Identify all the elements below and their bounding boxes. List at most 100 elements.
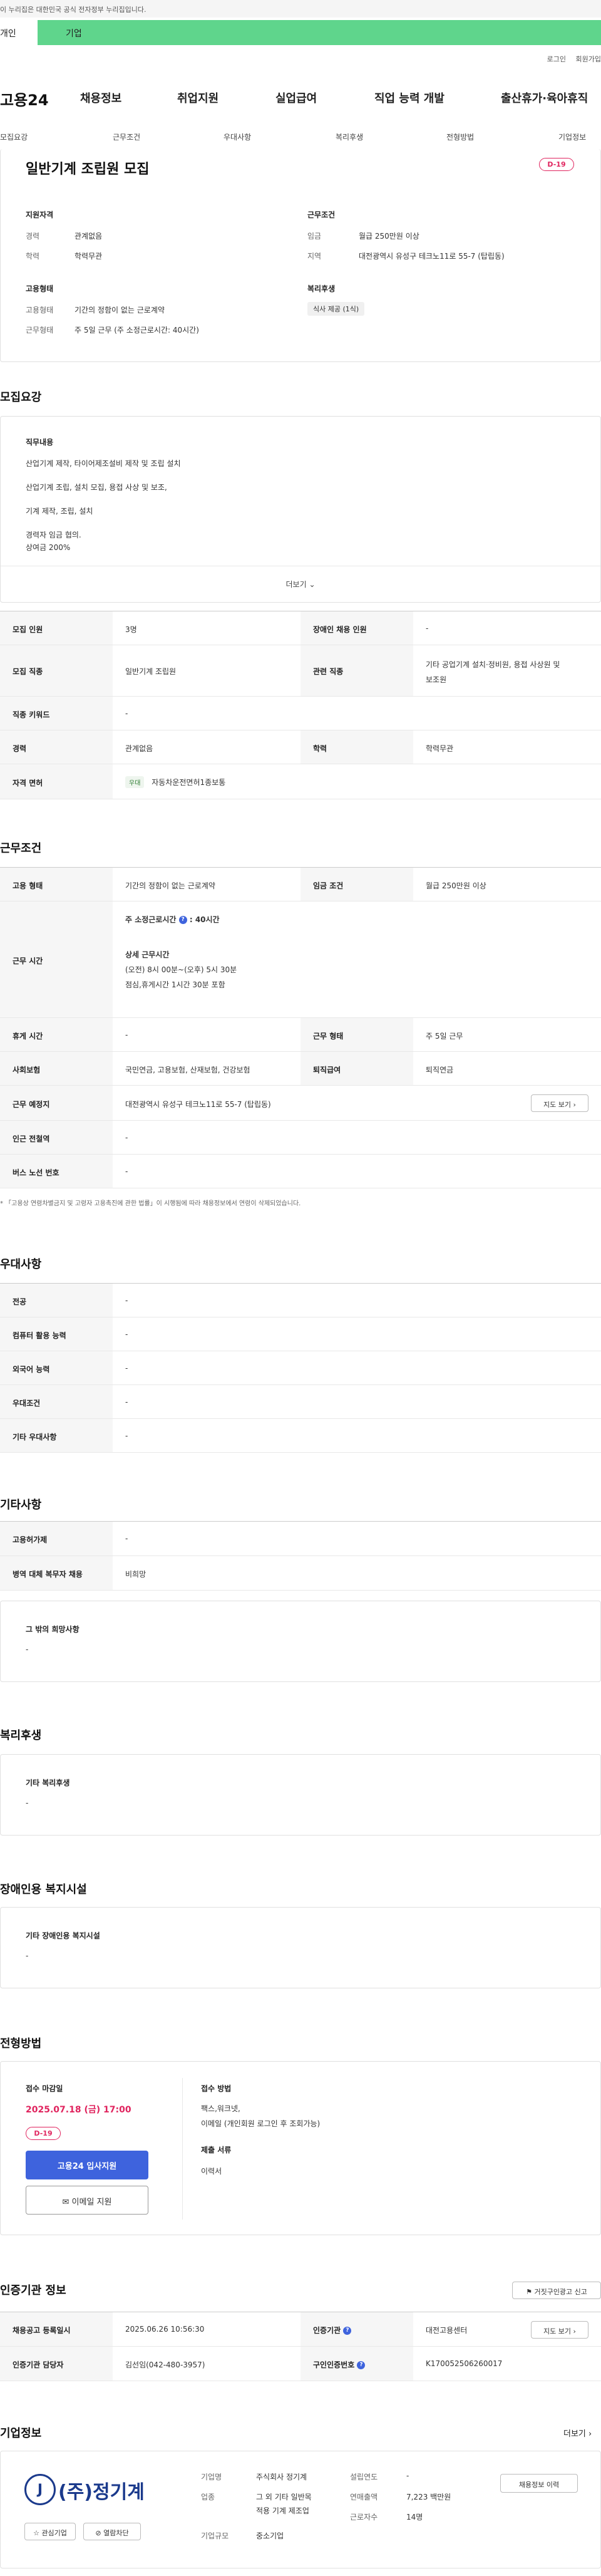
preference-heading: 우대사항 <box>0 1258 42 1271</box>
company-more-link[interactable]: 더보기 › <box>563 2427 592 2439</box>
pref-label: 전공 <box>0 1284 113 1317</box>
question-icon[interactable]: ? <box>178 916 187 924</box>
table-row: 외국어 능력 - <box>0 1351 601 1385</box>
count-value: 3명 <box>125 625 137 634</box>
wage-label: 임금 조건 <box>300 868 413 901</box>
size-value: 중소기업 <box>256 2532 284 2540</box>
deadline-value: 2025.07.18 (금) 17:00 <box>26 2105 131 2115</box>
table-row: 우대조건 - <box>0 1385 601 1419</box>
shape-label: 근무 형태 <box>300 1018 413 1051</box>
question-icon[interactable]: ? <box>357 2361 366 2369</box>
table-row: 모집 직종 일반기계 조립원 관련 직종 기타 공업기계 설치·정비원, 용접 … <box>0 645 601 697</box>
etc-box-value: - <box>26 1645 29 1654</box>
company-card: J (주)정기계 ☆ 관심기업 ⊘ 열람차단 기업명 주식회사 정기계 업종 그… <box>0 2451 601 2568</box>
history-button[interactable]: 채용정보 이력 <box>500 2474 578 2493</box>
snav-conditions[interactable]: 근무조건 <box>113 132 140 142</box>
etc-value: - <box>125 1534 128 1543</box>
table-row: 사회보험 국민연금, 고용보험, 산재보험, 건강보험 퇴직급여 퇴직연금 <box>0 1052 601 1086</box>
chevron-right-icon: › <box>588 2429 592 2439</box>
disabled-value: - <box>426 624 429 633</box>
etc-table: 고용허가제 - 병역 대체 복무자 채용 비희망 <box>0 1521 601 1591</box>
agency-table: 채용공고 등록일시 2025.06.26 10:56:30 인증기관 ? 대전고… <box>0 2312 601 2381</box>
dday-badge: D-19 <box>26 2127 61 2140</box>
welfare-box-value: - <box>26 1799 29 1807</box>
company-logo-icon: J <box>24 2474 56 2505</box>
mail-icon: ✉ <box>62 2198 69 2207</box>
report-button[interactable]: ⚑ 거짓구인광고 신고 <box>512 2282 601 2299</box>
favorite-button[interactable]: ☆ 관심기업 <box>24 2523 76 2540</box>
summary-card: 일반기계 조립원 모집 D-19 지원자격 경력 관계없음 학력 학력무관 근무… <box>0 149 601 362</box>
emptype-value: 기간의 정함이 없는 근로계약 <box>125 881 215 890</box>
related-line: 보조원 <box>426 675 447 684</box>
gnav-item-jobs[interactable]: 채용정보 <box>80 90 121 106</box>
snav-welfare[interactable]: 복리후생 <box>336 132 363 142</box>
gnav-item-training[interactable]: 직업 능력 개발 <box>374 90 444 106</box>
disabled-label: 장애인 채용 인원 <box>300 611 413 645</box>
tab-company[interactable]: 기업 <box>38 20 601 45</box>
selection-heading: 전형방법 <box>0 2037 42 2050</box>
chevron-right-icon: › <box>573 1101 576 1109</box>
manager-label: 인증기관 담당자 <box>0 2347 113 2381</box>
block-button[interactable]: ⊘ 열람차단 <box>83 2523 141 2540</box>
retire-label: 퇴직급여 <box>300 1052 413 1085</box>
count-label: 모집 인원 <box>0 611 113 645</box>
place-value: 대전광역시 유성구 테크노11로 55-7 (탑립동) <box>125 1100 271 1109</box>
conditions-table: 고용 형태 기간의 정함이 없는 근로계약 임금 조건 월급 250만원 이상 … <box>0 867 601 1193</box>
worktype-value: 주 5일 근무 (주 소정근로시간: 40시간) <box>74 326 199 335</box>
related-line: 기타 공업기계 설치·정비원, 용접 사상원 및 <box>426 660 560 669</box>
snav-preference[interactable]: 우대사항 <box>223 132 251 142</box>
dday-badge: D-19 <box>539 158 574 171</box>
table-row: 버스 노선 번호 - <box>0 1155 601 1188</box>
email-apply-button[interactable]: ✉ 이메일 지원 <box>26 2186 148 2215</box>
email-apply-label: 이메일 지원 <box>71 2198 112 2207</box>
region-value: 대전광역시 유성구 테크노11로 55-7 (탑립동) <box>359 252 505 261</box>
table-row: 인증기관 담당자 김선임(042-480-3957) 구인인증번호 ? K170… <box>0 2347 601 2381</box>
gnav-item-leave[interactable]: 출산휴가·육아휴직 <box>501 90 588 106</box>
snav-recruit[interactable]: 모집요강 <box>0 132 28 142</box>
table-row: 인근 전철역 - <box>0 1121 601 1155</box>
recruit-heading: 모집요강 <box>0 391 42 404</box>
table-row: 전공 - <box>0 1284 601 1317</box>
chevron-down-icon: ⌄ <box>309 580 316 589</box>
bus-value: - <box>125 1167 128 1176</box>
more-button[interactable]: 더보기 ⌄ <box>1 566 600 602</box>
tab-personal[interactable]: 개인 <box>0 20 38 45</box>
recruit-table: 모집 인원 3명 장애인 채용 인원 - 모집 직종 일반기계 조립원 관련 직… <box>0 611 601 799</box>
insurance-label: 사회보험 <box>0 1052 113 1085</box>
selection-card: 접수 마감일 2025.07.18 (금) 17:00 D-19 고용24 입사… <box>0 2061 601 2235</box>
job-desc-line: 산업기계 조립, 설치 모집, 용접 사상 및 보조, <box>26 483 167 492</box>
snav-company[interactable]: 기업정보 <box>558 132 586 142</box>
agency-heading: 인증기관 정보 <box>0 2284 66 2297</box>
sales-label: 연매출액 <box>350 2493 378 2501</box>
id-value: K170052506260017 <box>426 2359 503 2368</box>
bus-label: 버스 노선 번호 <box>0 1155 113 1188</box>
agency-map-button[interactable]: 지도 보기 › <box>531 2321 588 2339</box>
gnav-item-benefit[interactable]: 실업급여 <box>275 90 317 106</box>
emptype-value: 기간의 정함이 없는 근로계약 <box>74 306 165 314</box>
site-logo[interactable]: 고용24 <box>0 88 49 110</box>
table-row: 고용 형태 기간의 정함이 없는 근로계약 임금 조건 월급 250만원 이상 <box>0 868 601 901</box>
agency-map-label: 지도 보기 <box>543 2327 572 2335</box>
signup-link[interactable]: 회원가입 <box>576 55 601 63</box>
snav-selection[interactable]: 전형방법 <box>446 132 474 142</box>
question-icon[interactable]: ? <box>343 2327 352 2335</box>
map-button[interactable]: 지도 보기 › <box>531 1094 588 1112</box>
block-icon: ⊘ <box>95 2529 101 2537</box>
welfare-heading: 복리후생 <box>307 284 336 293</box>
disability-box-label: 기타 장애인용 복지시설 <box>26 1931 100 1940</box>
company-logo-text: (주)정기계 <box>58 2481 145 2503</box>
login-link[interactable]: 로그인 <box>547 55 566 63</box>
report-icon: ⚑ <box>526 2288 532 2296</box>
founded-value: - <box>406 2471 409 2480</box>
apply-button[interactable]: 고용24 입사지원 <box>26 2151 148 2179</box>
disability-heading: 장애인용 복지시설 <box>0 1883 87 1896</box>
shape-value: 주 5일 근무 <box>426 1032 463 1041</box>
reg-value: 2025.06.26 10:56:30 <box>125 2325 205 2334</box>
age-notice: * 「고용상 연령차별금지 및 고령자 고용촉진에 관한 법률」이 시행됨에 따… <box>0 1200 301 1207</box>
wage-label: 임금 <box>307 232 322 241</box>
license-label: 자격 면허 <box>0 764 113 799</box>
method-line: 팩스,워크넷, <box>201 2104 240 2113</box>
map-button-label: 지도 보기 <box>543 1101 572 1109</box>
gnav-item-support[interactable]: 취업지원 <box>177 90 218 106</box>
detail-hours-line: 점심,휴게시간 1시간 30분 포함 <box>125 980 225 989</box>
